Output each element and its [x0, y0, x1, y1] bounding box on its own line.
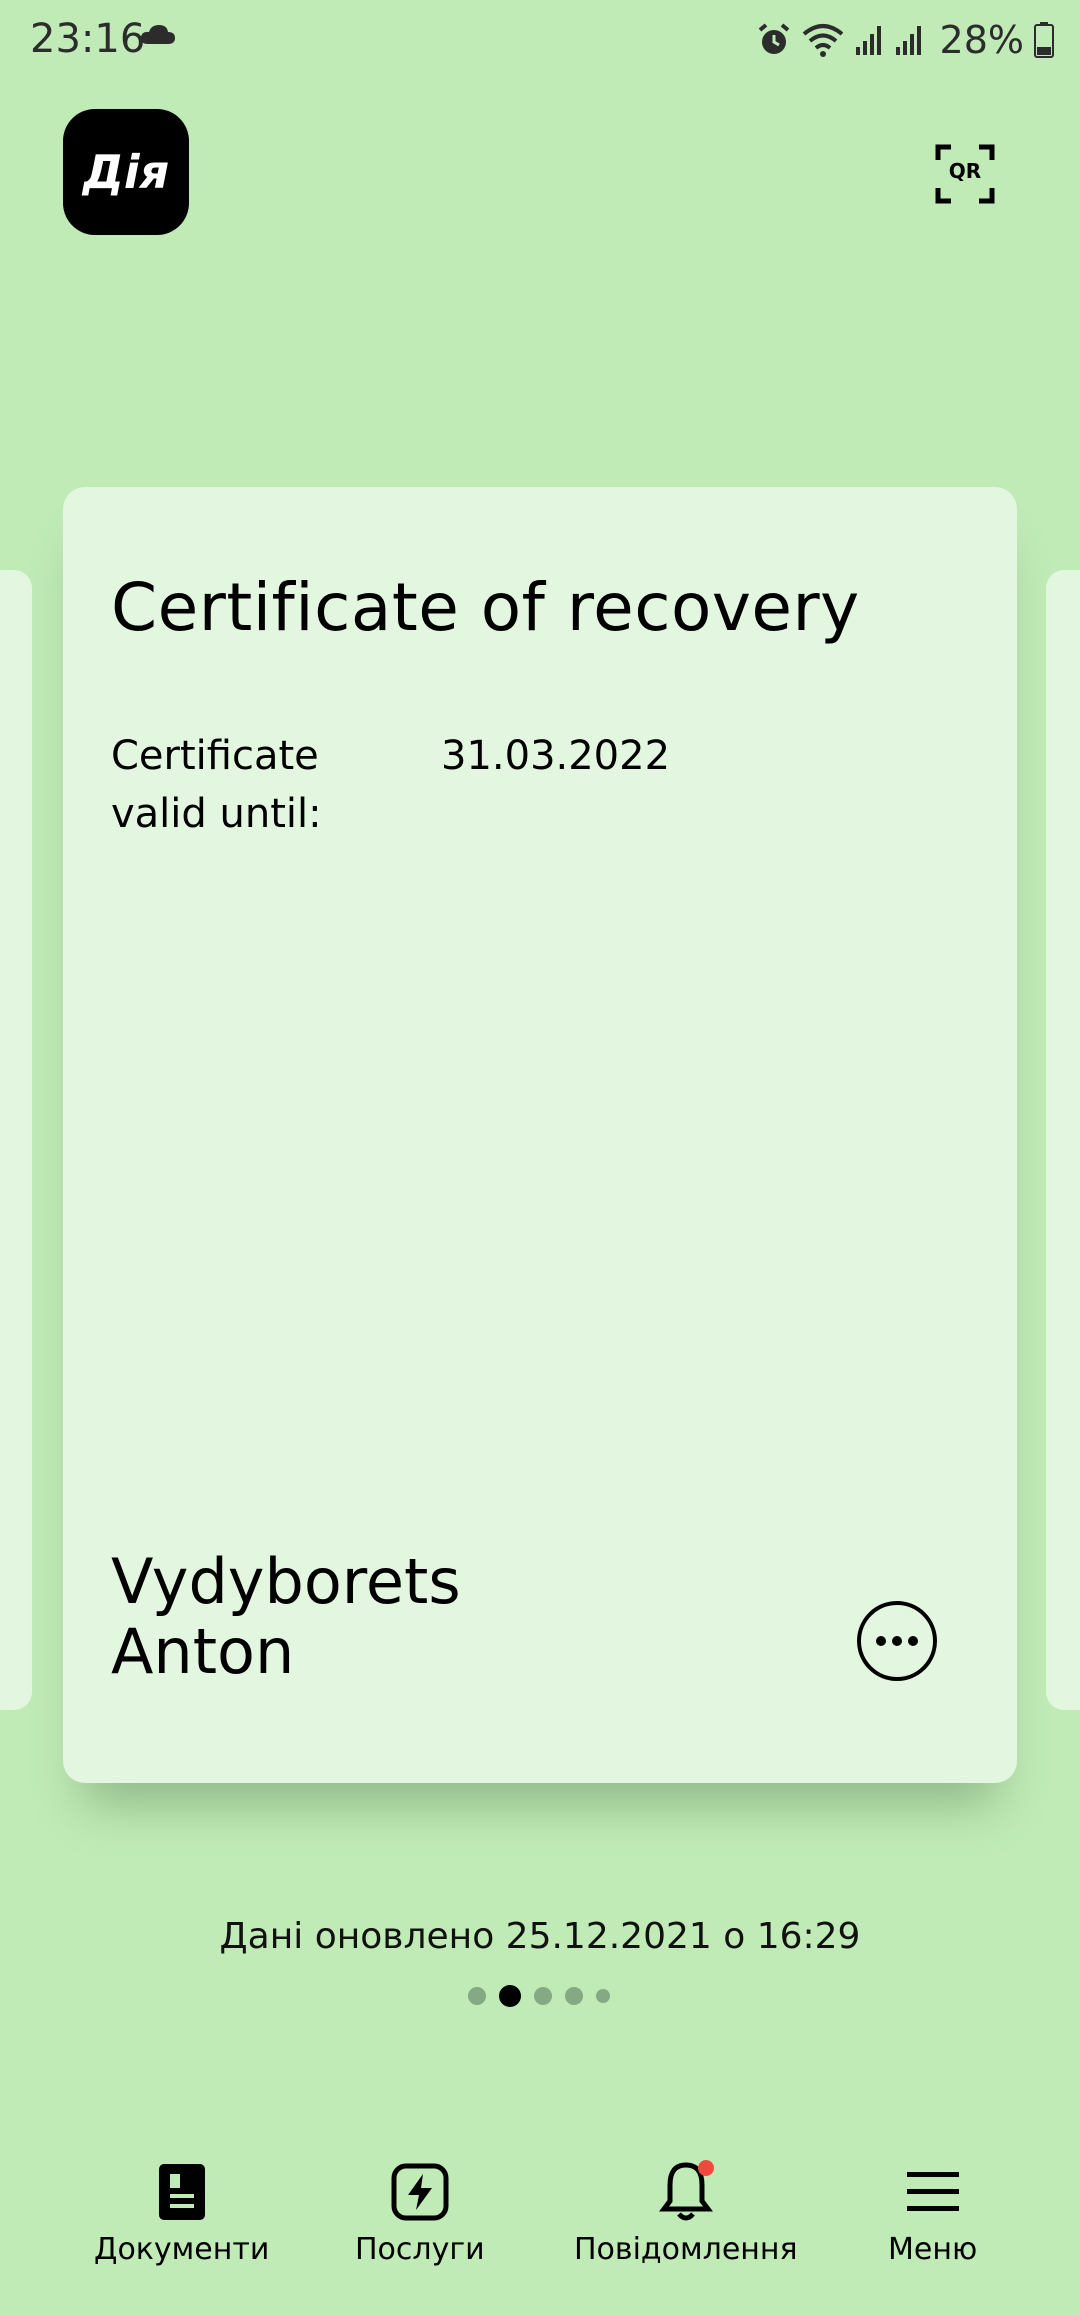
card-title: Certificate of recovery — [111, 569, 860, 646]
qr-scan-button[interactable]: QR — [935, 144, 995, 204]
page-dot-active[interactable] — [499, 1985, 521, 2007]
bell-icon — [656, 2160, 716, 2224]
status-icons: 28% — [756, 18, 1054, 62]
nav-services-label: Послуги — [355, 2232, 485, 2267]
holder-name: Vydyborets Anton — [111, 1547, 461, 1687]
battery-percentage: 28% — [939, 18, 1024, 62]
bottom-navigation: Документи Послуги Повідомлення Меню — [0, 2160, 1080, 2316]
previous-card-peek[interactable] — [0, 570, 32, 1710]
nav-documents[interactable]: Документи — [94, 2160, 269, 2267]
nav-notifications-label: Повідомлення — [574, 2232, 798, 2267]
status-time: 23:16 — [30, 16, 146, 62]
battery-icon — [1034, 22, 1054, 58]
more-icon — [876, 1636, 918, 1646]
nav-menu[interactable]: Меню — [888, 2160, 977, 2267]
notification-badge — [697, 2160, 714, 2176]
app-logo-text: Дія — [82, 145, 170, 199]
signal-icon — [895, 26, 921, 55]
nav-services[interactable]: Послуги — [355, 2160, 485, 2267]
app-logo: Дія — [63, 109, 189, 235]
menu-icon — [903, 2160, 963, 2224]
more-options-button[interactable] — [857, 1601, 937, 1681]
page-dot[interactable] — [565, 1987, 583, 2005]
holder-first-name: Anton — [111, 1615, 295, 1688]
page-dot[interactable] — [596, 1989, 610, 2003]
nav-menu-label: Меню — [888, 2232, 978, 2267]
page-dot[interactable] — [468, 1987, 486, 2005]
documents-icon — [152, 2160, 212, 2224]
holder-surname: Vydyborets — [111, 1545, 461, 1618]
page-dot[interactable] — [534, 1987, 552, 2005]
valid-until-label: Certificate valid until: — [111, 733, 322, 837]
wifi-icon — [802, 24, 843, 57]
services-icon — [390, 2160, 450, 2224]
certificate-card[interactable]: Certificate of recovery Certificate vali… — [63, 487, 1017, 1783]
nav-documents-label: Документи — [94, 2232, 270, 2267]
next-card-peek[interactable] — [1046, 570, 1080, 1710]
alarm-icon — [758, 23, 789, 54]
valid-until-value: 31.03.2022 — [441, 733, 671, 779]
qr-label: QR — [948, 159, 982, 183]
cloud-icon — [140, 25, 175, 44]
page-indicator — [468, 1985, 610, 2007]
nav-notifications[interactable]: Повідомлення — [574, 2160, 798, 2267]
data-updated-text: Дані оновлено 25.12.2021 о 16:29 — [219, 1916, 861, 1957]
status-bar: 23:16 28% — [0, 0, 1080, 82]
signal-icon — [855, 26, 881, 55]
